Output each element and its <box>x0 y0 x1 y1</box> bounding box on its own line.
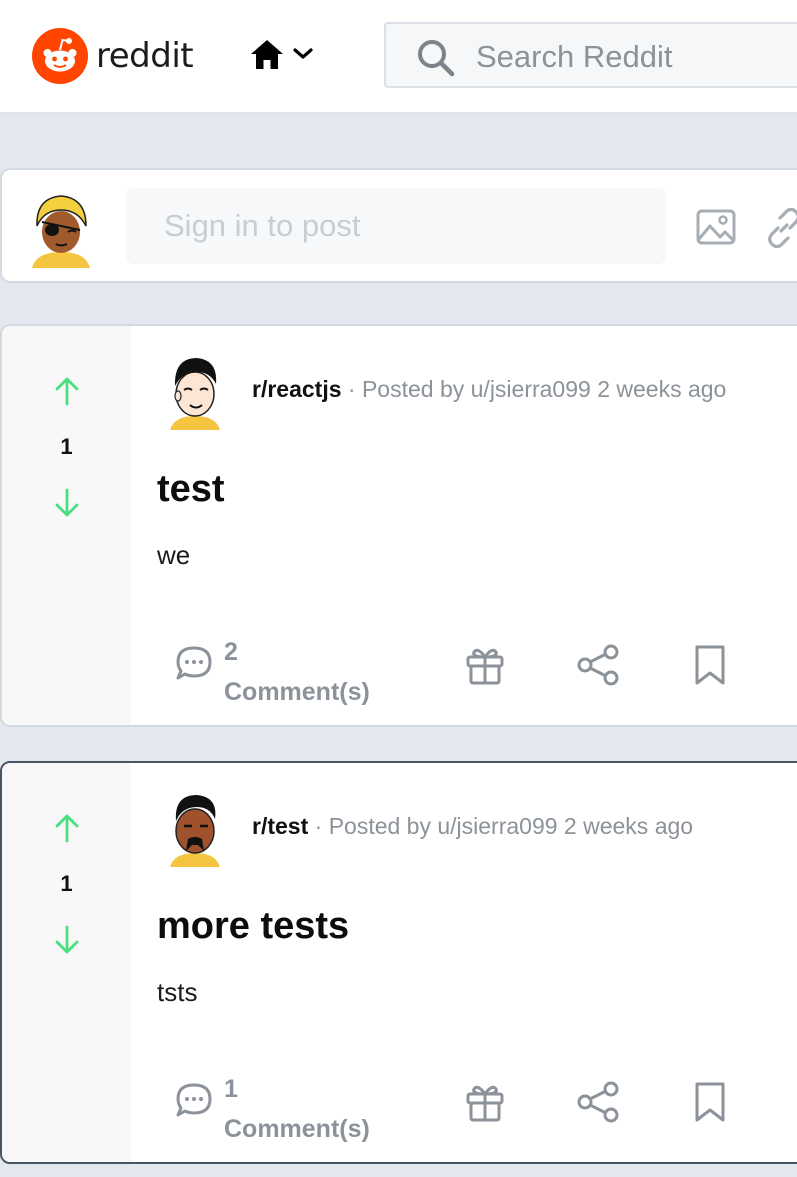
share-icon[interactable] <box>576 644 620 686</box>
comment-icon[interactable] <box>174 1081 214 1121</box>
post-title[interactable]: more tests <box>157 905 349 948</box>
post-meta: r/test · Posted by u/jsierra099 2 weeks … <box>252 813 693 840</box>
post-body: we <box>157 540 191 570</box>
search-input[interactable] <box>474 36 797 78</box>
post-card[interactable]: 1 r/reactjs · Posted by u/jsierra099 2 w… <box>0 324 797 727</box>
vote-count: 1 <box>60 871 73 896</box>
link-icon[interactable] <box>764 208 797 248</box>
post-title[interactable]: test <box>157 468 225 511</box>
reddit-logo-icon <box>32 28 88 84</box>
share-icon[interactable] <box>576 1081 620 1123</box>
upvote-icon[interactable] <box>54 813 80 843</box>
chevron-down-icon <box>293 48 313 59</box>
comments-button[interactable]: 1 Comment(s) <box>224 1069 370 1149</box>
post-card[interactable]: 1 r/test · Posted by u/jsierra099 2 week… <box>0 761 797 1164</box>
top-header: reddit <box>0 0 797 113</box>
comment-count: 1 <box>224 1075 238 1103</box>
comment-label: Comment(s) <box>224 678 370 706</box>
bookmark-icon[interactable] <box>690 1081 730 1123</box>
gift-icon[interactable] <box>464 644 506 686</box>
home-dropdown[interactable] <box>250 38 314 70</box>
comment-label: Comment(s) <box>224 1115 370 1143</box>
post-actions: 1 Comment(s) <box>2 1063 797 1143</box>
create-post-input[interactable] <box>126 188 666 264</box>
search-bar[interactable] <box>384 22 797 88</box>
posted-by-text: · Posted by u/jsierra099 2 weeks ago <box>347 376 727 402</box>
subreddit-link[interactable]: r/reactjs <box>252 376 342 402</box>
image-icon[interactable] <box>696 209 736 245</box>
post-meta: r/reactjs · Posted by u/jsierra099 2 wee… <box>252 376 726 403</box>
downvote-icon[interactable] <box>54 488 80 518</box>
posted-by-text: · Posted by u/jsierra099 2 weeks ago <box>314 813 694 839</box>
user-avatar <box>32 195 90 268</box>
downvote-icon[interactable] <box>54 925 80 955</box>
author-avatar <box>170 795 220 867</box>
subreddit-link[interactable]: r/test <box>252 813 308 839</box>
bookmark-icon[interactable] <box>690 644 730 686</box>
search-icon <box>418 40 455 77</box>
home-icon <box>251 40 283 69</box>
post-actions: 2 Comment(s) <box>2 626 797 706</box>
upvote-icon[interactable] <box>54 376 80 406</box>
create-post-bar <box>0 168 797 283</box>
comment-count: 2 <box>224 638 238 666</box>
post-body: tsts <box>157 977 198 1007</box>
logo-text: reddit <box>96 36 194 76</box>
reddit-logo[interactable]: reddit <box>32 28 194 84</box>
vote-count: 1 <box>60 434 73 459</box>
comment-icon[interactable] <box>174 644 214 684</box>
comments-button[interactable]: 2 Comment(s) <box>224 632 370 712</box>
gift-icon[interactable] <box>464 1081 506 1123</box>
author-avatar <box>170 358 220 430</box>
